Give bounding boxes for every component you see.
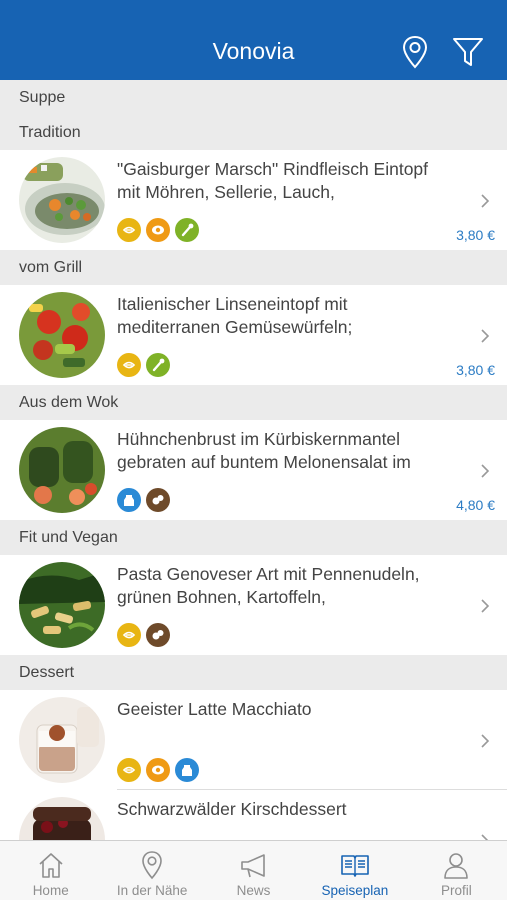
nut-icon — [146, 488, 170, 512]
section-header-fit-und-vegan: Fit und Vegan — [0, 520, 507, 555]
dish-photo — [19, 427, 105, 513]
milk-icon — [175, 758, 199, 782]
wheat-icon — [117, 218, 141, 242]
wheat-icon — [117, 623, 141, 647]
filter-icon[interactable] — [451, 34, 485, 70]
dish-description: Pasta Genoveser Art mit Pennenudeln, grü… — [117, 564, 420, 607]
menu-book-icon — [341, 855, 369, 877]
chevron-right-icon[interactable] — [480, 193, 490, 209]
dish-photo — [19, 797, 105, 840]
allergen-icons — [117, 623, 170, 647]
celery-icon — [146, 353, 170, 377]
dish-description: Geeister Latte Macchiato — [117, 699, 312, 719]
menu-list[interactable]: Suppe Tradition "Gaisburger Marsch" Rind… — [0, 80, 507, 840]
chevron-right-icon[interactable] — [480, 833, 490, 840]
dish-description: Hühnchenbrust im Kürbiskernmantel gebrat… — [117, 429, 411, 472]
person-icon — [444, 853, 469, 879]
allergen-icons — [117, 353, 170, 377]
tab-label: Home — [32, 883, 69, 898]
egg-icon — [146, 758, 170, 782]
menu-item[interactable]: Geeister Latte Macchiato — [0, 690, 507, 790]
allergen-icons — [117, 758, 199, 782]
megaphone-icon — [240, 854, 265, 878]
dish-photo — [19, 562, 105, 648]
dish-description: Schwarzwälder Kirschdessert — [117, 799, 347, 819]
chevron-right-icon[interactable] — [480, 733, 490, 749]
dish-price: 3,80 € — [456, 362, 495, 378]
menu-item[interactable]: "Gaisburger Marsch" Rindfleisch Eintopf … — [0, 150, 507, 250]
allergen-icons — [117, 488, 170, 512]
tab-profil[interactable]: Profil — [406, 841, 507, 900]
nut-icon — [146, 623, 170, 647]
section-header-tradition: Tradition — [0, 115, 507, 150]
section-header-suppe: Suppe — [0, 80, 507, 115]
tab-in-der-naehe[interactable]: In der Nähe — [101, 841, 202, 900]
location-pin-icon[interactable] — [398, 34, 432, 70]
location-pin-icon — [142, 851, 162, 880]
chevron-right-icon[interactable] — [480, 328, 490, 344]
chevron-right-icon[interactable] — [480, 463, 490, 479]
section-header-vom-grill: vom Grill — [0, 250, 507, 285]
dish-photo — [19, 157, 105, 243]
allergen-icons — [117, 218, 199, 242]
tab-label: Speiseplan — [321, 883, 389, 898]
menu-item[interactable]: Schwarzwälder Kirschdessert — [0, 790, 507, 840]
home-icon — [39, 853, 63, 878]
tab-home[interactable]: Home — [0, 841, 101, 900]
dish-description: "Gaisburger Marsch" Rindfleisch Eintopf … — [117, 159, 429, 202]
wheat-icon — [117, 758, 141, 782]
wheat-icon — [117, 353, 141, 377]
section-header-dessert: Dessert — [0, 655, 507, 690]
tab-label: Profil — [440, 883, 472, 898]
milk-icon — [117, 488, 141, 512]
egg-icon — [146, 218, 170, 242]
dish-price: 3,80 € — [456, 227, 495, 243]
menu-item[interactable]: Hühnchenbrust im Kürbiskernmantel gebrat… — [0, 420, 507, 520]
tab-label: News — [236, 883, 271, 898]
tab-news[interactable]: News — [203, 841, 304, 900]
app-header: Vonovia — [0, 0, 507, 80]
celery-icon — [175, 218, 199, 242]
tab-speiseplan[interactable]: Speiseplan — [304, 841, 405, 900]
tab-bar: Home In der Nähe News Speiseplan Profil — [0, 840, 507, 900]
menu-item[interactable]: Italienischer Linseneintopf mit mediterr… — [0, 285, 507, 385]
section-header-aus-dem-wok: Aus dem Wok — [0, 385, 507, 420]
menu-item[interactable]: Pasta Genoveser Art mit Pennenudeln, grü… — [0, 555, 507, 655]
dish-price: 4,80 € — [456, 497, 495, 513]
dish-photo — [19, 697, 105, 783]
tab-label: In der Nähe — [116, 883, 188, 898]
dish-description: Italienischer Linseneintopf mit mediterr… — [117, 294, 353, 337]
dish-photo — [19, 292, 105, 378]
chevron-right-icon[interactable] — [480, 598, 490, 614]
